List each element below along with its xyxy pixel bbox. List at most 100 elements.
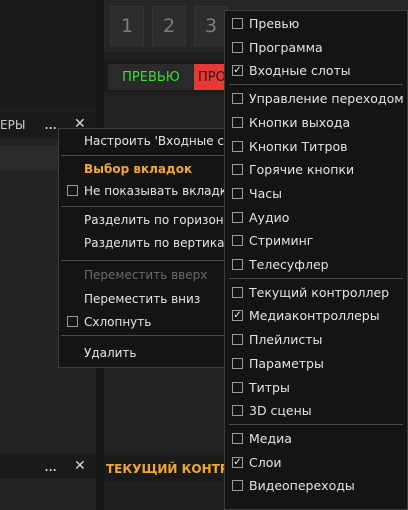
context-menu-item-label: Настроить 'Входные с [84, 134, 224, 148]
context-menu-item-label: Переместить вниз [84, 292, 201, 306]
checkbox[interactable] [232, 41, 243, 53]
context-menu-item[interactable]: Переместить вниз [59, 288, 229, 310]
panel-toggle-label: Горячие кнопки [249, 162, 355, 178]
panel-close-icon-bottom[interactable]: ✕ [74, 458, 86, 474]
panel-toggle-label: Телесуфлер [249, 257, 329, 272]
context-menu-item[interactable]: Выбор вкладок [59, 158, 229, 180]
left-top-area [0, 0, 96, 110]
checkbox[interactable] [232, 164, 243, 176]
panel-toggle-label: Слои [249, 454, 282, 470]
number-button-1[interactable]: 1 [110, 6, 144, 46]
panel-context-menu: Настроить 'Входные с Выбор вкладок Не пока… [58, 128, 230, 368]
context-menu-item[interactable]: Схлопнуть [59, 311, 229, 333]
panel-title: ЕРЫ [0, 118, 26, 132]
panel-toggle-item[interactable]: Кнопки выхода [225, 111, 407, 135]
panel-toggle-item[interactable]: Превью [225, 12, 407, 36]
panel-toggle-label: Программа [249, 39, 323, 55]
checkbox[interactable] [232, 480, 243, 492]
panel-toggle-label: Часы [249, 185, 282, 201]
checkbox[interactable] [232, 381, 243, 393]
checkbox[interactable] [232, 432, 243, 444]
panel-toggle-label: Превью [249, 16, 300, 31]
context-menu-item-label: Схлопнуть [84, 315, 152, 329]
panel-toggle-item[interactable]: Управление переходом [225, 87, 407, 111]
context-menu-item-label: Удалить [84, 346, 137, 360]
menu-separator [61, 335, 229, 336]
panel-visibility-menu: Превью Программа ✓ Входные слоты Управление … [224, 10, 408, 510]
tab-program[interactable]: ПРО [194, 64, 228, 90]
context-menu-item[interactable]: Разделить по вертика [59, 232, 229, 254]
panel-toggle-label: Аудио [249, 209, 290, 225]
panel-toggle-label: Видеопереходы [249, 478, 355, 494]
context-menu-item-label: Выбор вкладок [84, 162, 193, 176]
checkbox[interactable] [67, 185, 78, 196]
checkbox[interactable] [232, 93, 243, 105]
panel-toggle-label: Текущий контроллер [249, 284, 390, 300]
panel-toggle-label: Кнопки выхода [249, 114, 351, 130]
menu-separator [61, 260, 229, 261]
checkbox[interactable] [232, 235, 243, 247]
tab-preview[interactable]: ПРЕВЬЮ [108, 64, 194, 90]
panel-toggle-label: Управление переходом [249, 91, 404, 107]
panel-toggle-item[interactable]: Медиа [225, 427, 407, 451]
panel-toggle-item[interactable]: Текущий контроллер [225, 281, 407, 305]
panel-toggle-item[interactable]: Титры [225, 376, 407, 400]
menu-separator [229, 84, 403, 86]
checkbox[interactable] [232, 140, 243, 152]
checkbox[interactable] [232, 18, 243, 29]
checkbox[interactable] [232, 405, 243, 417]
panel-toggle-item[interactable]: Параметры [225, 352, 407, 376]
checkbox[interactable]: ✓ [232, 456, 243, 468]
context-menu-item-label: Разделить по горизон [84, 213, 224, 227]
menu-separator [61, 155, 229, 156]
checkbox[interactable] [232, 259, 243, 270]
panel-toggle-item[interactable]: Часы [225, 182, 407, 206]
checkbox[interactable] [232, 286, 243, 298]
menu-separator [61, 206, 229, 207]
context-menu-item-label: Переместить вверх [84, 268, 208, 282]
panel-toggle-item[interactable]: 3D сцены [225, 399, 407, 423]
checkbox[interactable]: ✓ [232, 310, 243, 322]
context-menu-item-label: Не показывать вкладк [84, 184, 228, 198]
panel-menu-icon[interactable]: ... [44, 114, 57, 133]
panel-body-bottom [0, 478, 96, 510]
panel-toggle-item[interactable]: Стриминг [225, 229, 407, 253]
panel-toggle-label: Параметры [249, 355, 324, 371]
checkbox[interactable] [232, 187, 243, 199]
panel-toggle-item[interactable]: Видеопереходы [225, 474, 407, 498]
menu-separator [229, 423, 403, 425]
panel-toggle-label: Плейлисты [249, 332, 323, 348]
checkbox[interactable] [232, 357, 243, 369]
panel-toggle-label: Титры [249, 379, 290, 395]
checkbox[interactable] [67, 316, 78, 327]
checkbox[interactable] [232, 116, 243, 128]
checkbox[interactable]: ✓ [232, 65, 243, 77]
panel-toggle-item[interactable]: Кнопки Титров [225, 135, 407, 159]
panel-toggle-label: Стриминг [249, 233, 314, 249]
panel-toggle-item[interactable]: Программа [225, 36, 407, 60]
panel-toggle-label: Входные слоты [249, 63, 351, 79]
panel-toggle-label: Медиа [249, 430, 292, 446]
context-menu-item: Переместить вверх [59, 264, 229, 286]
context-menu-item[interactable]: Разделить по горизон [59, 209, 229, 231]
context-menu-item[interactable]: Не показывать вкладк [59, 180, 229, 202]
context-menu-item-label: Разделить по вертика [84, 236, 225, 250]
number-button-2[interactable]: 2 [152, 6, 186, 46]
menu-separator [229, 277, 403, 279]
panel-toggle-label: Медиаконтроллеры [249, 308, 380, 324]
panel-toggle-item[interactable]: ✓ Медиаконтроллеры [225, 304, 407, 328]
context-menu-item[interactable]: Удалить [59, 342, 229, 364]
panel-toggle-item[interactable]: Аудио [225, 206, 407, 230]
checkbox[interactable] [232, 211, 243, 223]
panel-toggle-item[interactable]: ✓ Входные слоты [225, 59, 407, 83]
panel-toggle-item[interactable]: ✓ Слои [225, 451, 407, 475]
panel-toggle-item[interactable]: Плейлисты [225, 328, 407, 352]
checkbox[interactable] [232, 334, 243, 346]
panel-toggle-item[interactable]: Телесуфлер [225, 253, 407, 277]
panel-toggle-label: Кнопки Титров [249, 138, 348, 154]
panel-toggle-label: 3D сцены [249, 403, 312, 419]
context-menu-item[interactable]: Настроить 'Входные с [59, 130, 229, 152]
panel-menu-icon-bottom[interactable]: ... [44, 456, 57, 475]
panel-toggle-item[interactable]: Горячие кнопки [225, 158, 407, 182]
number-button-3[interactable]: 3 [194, 6, 228, 46]
